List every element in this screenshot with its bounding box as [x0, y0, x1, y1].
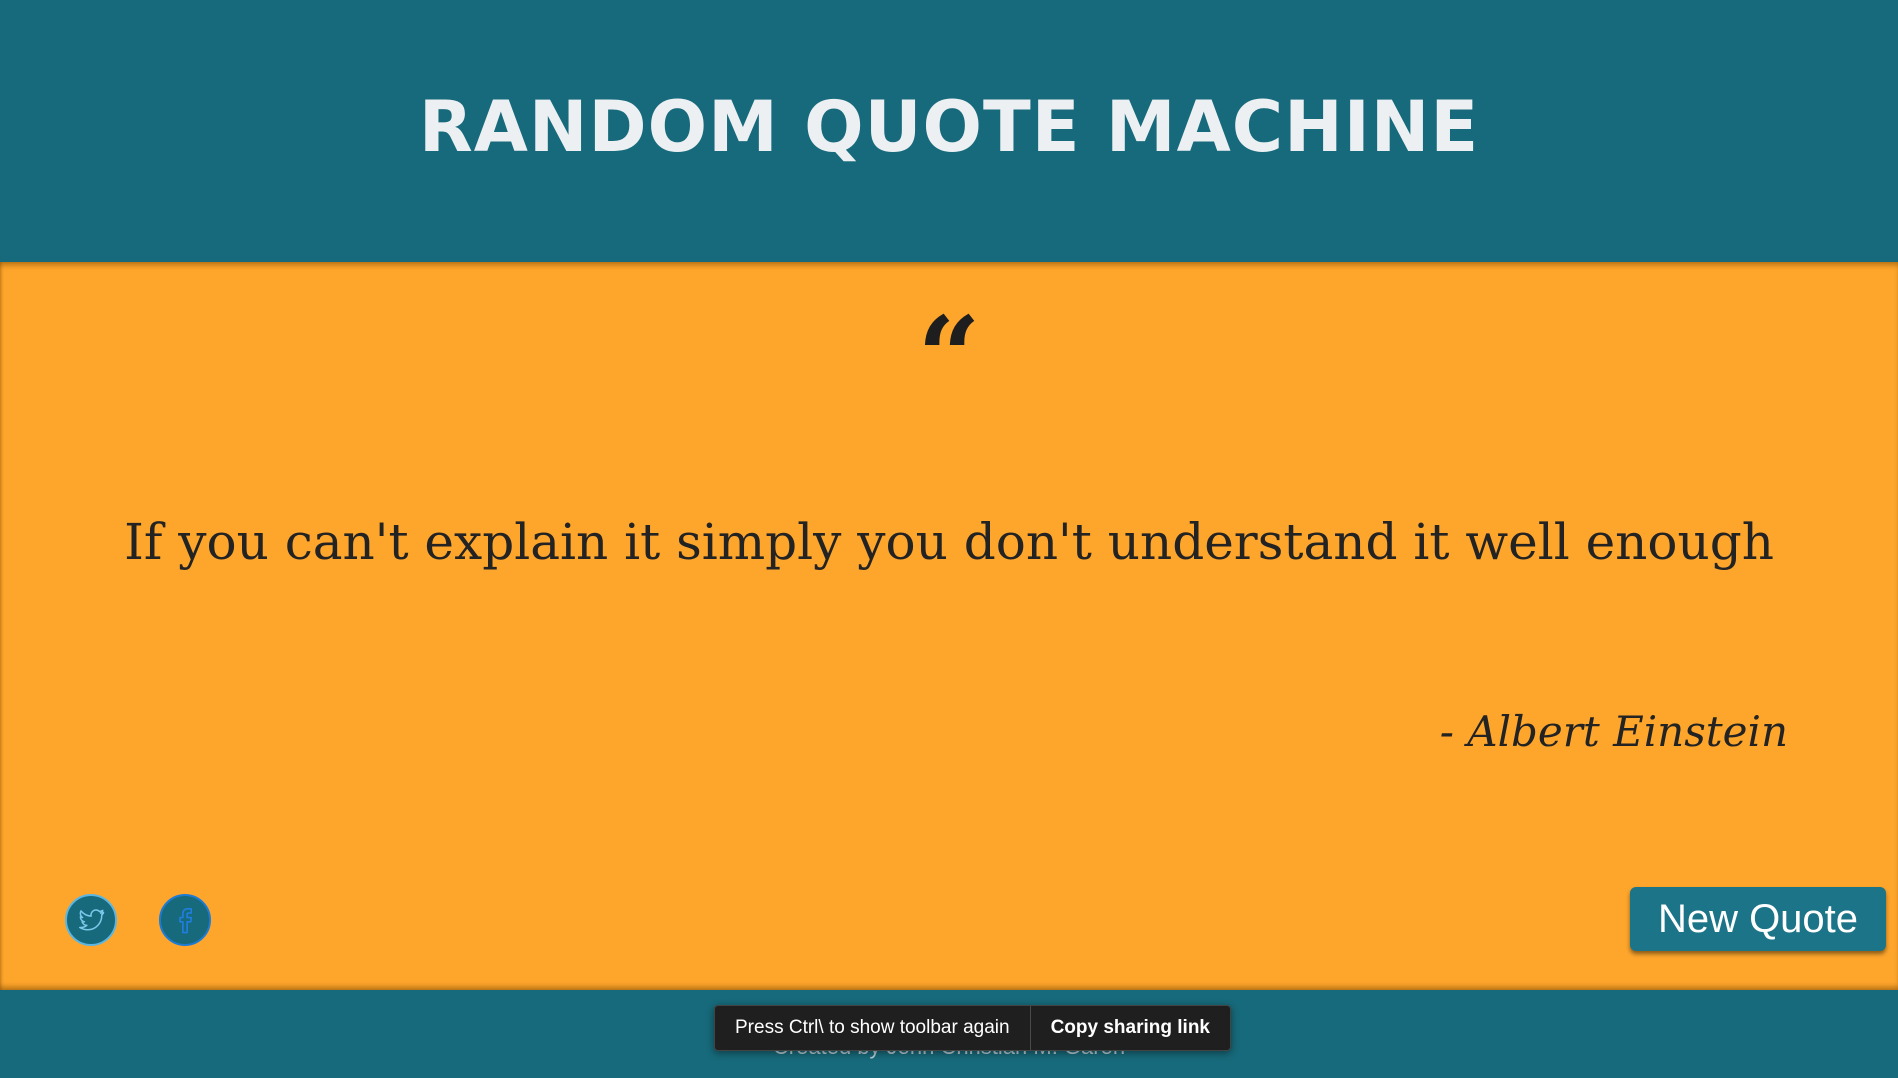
quote-box: “ If you can't explain it simply you don… [0, 262, 1898, 990]
quote-author: - Albert Einstein [1439, 707, 1788, 756]
new-quote-button[interactable]: New Quote [1630, 887, 1886, 951]
quote-mark-icon: “ [917, 292, 981, 421]
page-title: RANDOM QUOTE MACHINE [418, 86, 1480, 168]
facebook-icon [179, 907, 193, 934]
copy-sharing-link-button[interactable]: Copy sharing link [1031, 1006, 1230, 1050]
facebook-share-button[interactable] [159, 894, 211, 946]
quote-text: If you can't explain it simply you don't… [124, 513, 1774, 571]
twitter-icon [79, 909, 105, 931]
toast-message: Press Ctrl\ to show toolbar again [735, 1017, 1010, 1038]
page-header: RANDOM QUOTE MACHINE [0, 0, 1898, 262]
toolbar-toast: Press Ctrl\ to show toolbar again Copy s… [714, 1005, 1231, 1051]
twitter-share-button[interactable] [65, 894, 117, 946]
